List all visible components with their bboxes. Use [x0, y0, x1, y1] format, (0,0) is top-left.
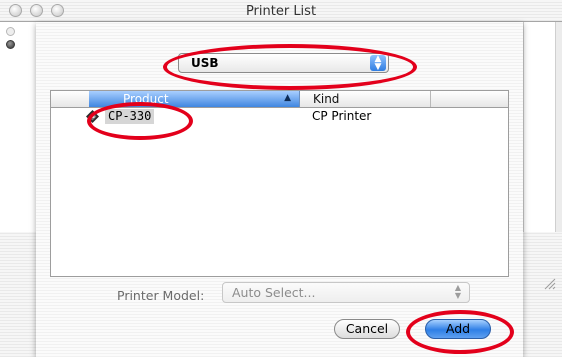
printer-table: Product ▲ Kind CP-330 CP Printer: [50, 90, 509, 277]
add-button[interactable]: Add: [425, 319, 491, 339]
window-titlebar: Printer List: [0, 0, 562, 22]
table-row[interactable]: CP-330 CP Printer: [51, 108, 508, 126]
window-title: Printer List: [245, 4, 317, 19]
printer-model-value: Auto Select...: [232, 285, 316, 300]
background-scrollbar[interactable]: [555, 22, 562, 232]
column-header-product-label: Product: [123, 92, 169, 106]
printer-model-popup[interactable]: Auto Select... ▲ ▼: [222, 282, 470, 303]
connection-type-value: USB: [191, 56, 219, 70]
table-header: Product ▲ Kind: [51, 91, 508, 108]
cancel-button[interactable]: Cancel: [334, 319, 400, 339]
column-header-kind[interactable]: Kind: [300, 91, 431, 107]
product-name: CP-330: [105, 109, 155, 124]
column-header-kind-label: Kind: [313, 92, 340, 106]
printer-kind: CP Printer: [312, 109, 372, 123]
column-header-blank[interactable]: [51, 91, 90, 107]
popup-arrows-icon: ▲ ▼: [454, 283, 461, 300]
resize-grip-icon[interactable]: [542, 276, 556, 290]
default-printer-status-icon: [6, 40, 15, 49]
inactive-status-icon: [6, 27, 15, 36]
connection-type-popup[interactable]: USB ▲ ▼: [178, 53, 389, 73]
add-printer-sheet: USB ▲ ▼ Product ▲ Kind CP-330 CP Printer …: [36, 22, 523, 357]
printer-icon: [86, 110, 99, 123]
printer-model-label: Printer Model:: [117, 288, 205, 303]
popup-arrows-icon: ▲ ▼: [370, 55, 386, 72]
column-header-product[interactable]: Product ▲: [89, 91, 300, 107]
sort-ascending-icon: ▲: [284, 93, 291, 103]
background-list-right-edge: [523, 22, 556, 232]
